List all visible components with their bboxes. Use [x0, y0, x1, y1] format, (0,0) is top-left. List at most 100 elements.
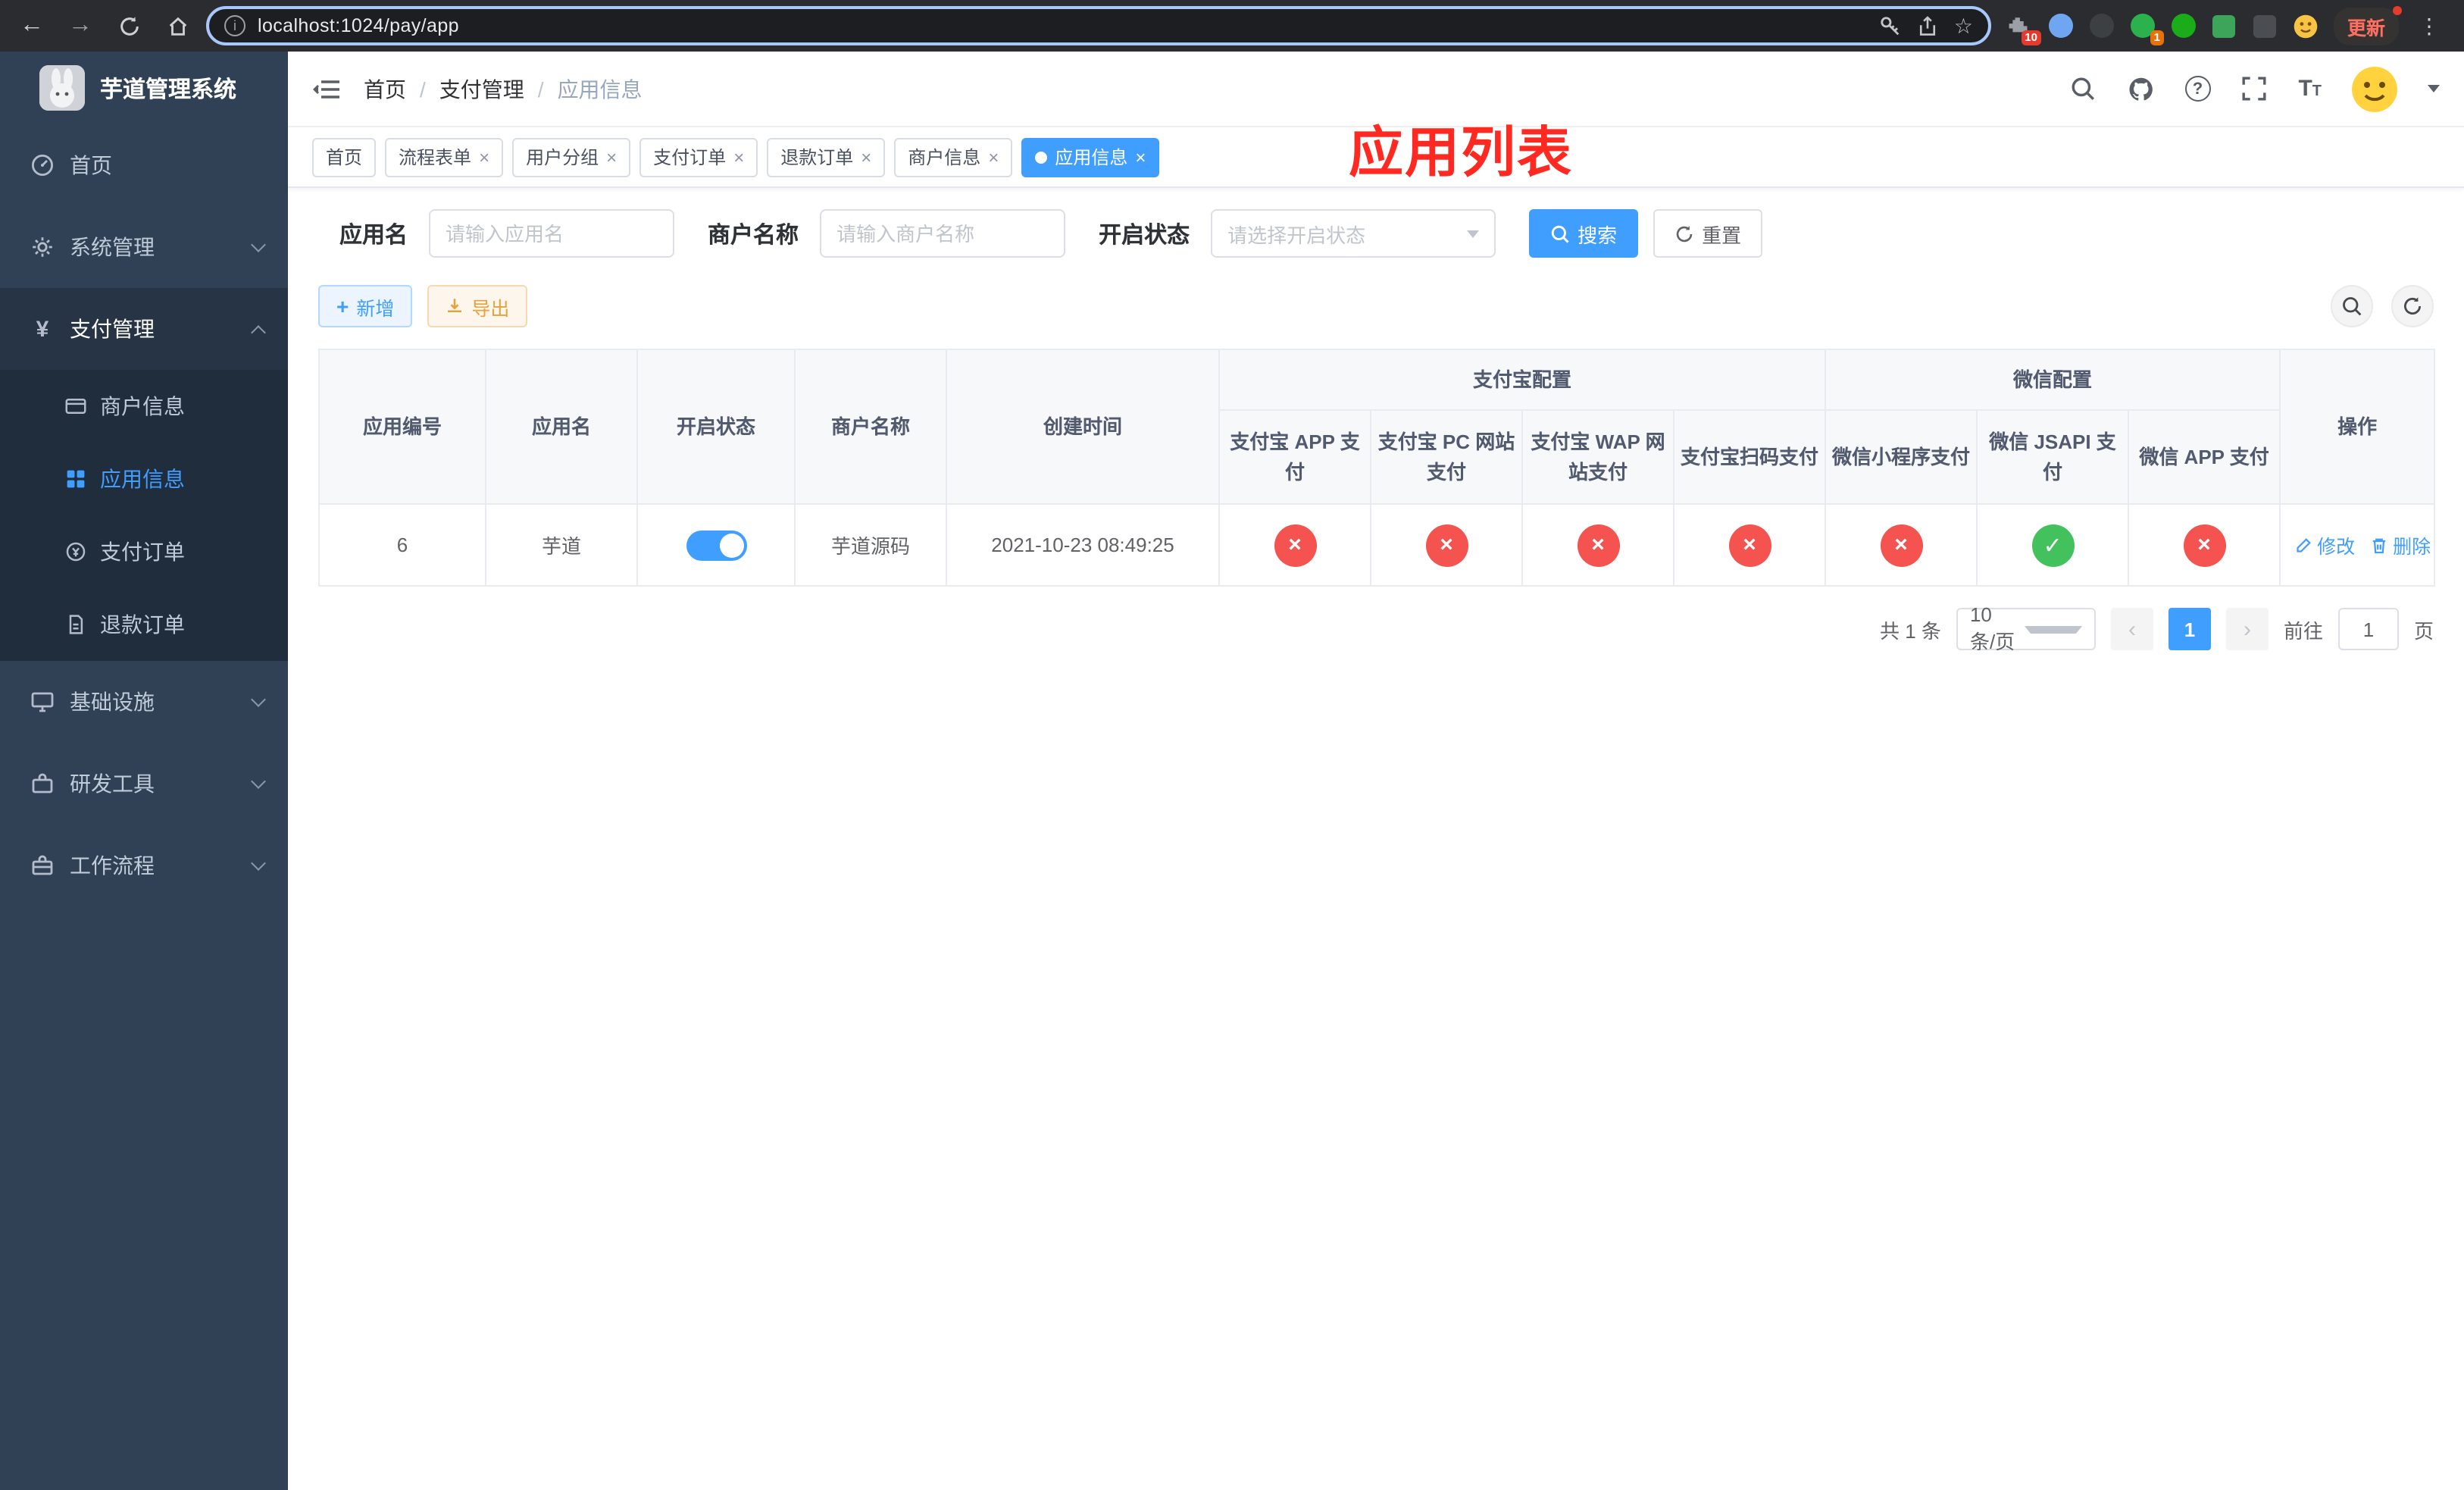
logo-avatar [39, 65, 85, 111]
col-wx-mini[interactable]: 微信小程序支付 [1825, 409, 1978, 505]
extension-blue-icon[interactable] [2047, 12, 2075, 39]
sidebar-item-refund-order[interactable]: 退款订单 [0, 588, 288, 661]
extension-green-badge-icon[interactable]: 1 [2129, 12, 2164, 45]
delete-link[interactable]: 删除 [2370, 531, 2431, 559]
back-icon[interactable]: ← [12, 6, 52, 45]
sidebar-item-infrastructure[interactable]: 基础设施 [0, 661, 288, 743]
site-info-icon[interactable]: i [224, 15, 245, 36]
page-size-select[interactable]: 10条/页 [1956, 603, 2096, 653]
extension-puzzle-dark-icon[interactable] [2252, 12, 2279, 39]
extensions-bar: 10 1 更新 ⋮ [2000, 5, 2452, 45]
sidebar-item-dev-tools[interactable]: 研发工具 [0, 743, 288, 825]
col-alipay-qr[interactable]: 支付宝扫码支付 [1672, 409, 1827, 505]
close-icon[interactable]: × [861, 148, 871, 166]
add-button[interactable]: + 新增 [318, 285, 413, 327]
tag-merchant-info[interactable]: 商户信息 × [894, 137, 1013, 177]
close-icon[interactable]: × [733, 148, 744, 166]
edit-link[interactable]: 修改 [2294, 531, 2355, 559]
search-icon[interactable] [2069, 75, 2097, 102]
user-avatar[interactable] [2352, 66, 2397, 111]
close-icon[interactable]: × [988, 148, 999, 166]
col-app-name[interactable]: 应用名 [485, 349, 638, 505]
sidebar-item-workflow[interactable]: 工作流程 [0, 825, 288, 906]
extension-emoji-icon[interactable] [2293, 12, 2320, 39]
col-alipay-pc[interactable]: 支付宝 PC 网站支付 [1370, 409, 1523, 505]
help-icon[interactable]: ? [2184, 76, 2211, 102]
extension-wechat-icon[interactable] [2170, 12, 2197, 39]
alipay-app-status-icon: × [1274, 524, 1316, 566]
breadcrumb-payment[interactable]: 支付管理 [439, 74, 524, 104]
sidebar-item-label: 应用信息 [100, 467, 185, 491]
sidebar-item-app-info[interactable]: 应用信息 [0, 443, 288, 515]
tag-home[interactable]: 首页 [312, 137, 377, 177]
col-created[interactable]: 创建时间 [946, 349, 1220, 505]
page-number-button[interactable]: 1 [2168, 608, 2211, 650]
toggle-search-button[interactable] [2331, 285, 2373, 327]
extension-puzzle-icon[interactable]: 10 [2006, 12, 2041, 45]
extension-book-icon[interactable] [2211, 12, 2238, 39]
chevron-down-icon[interactable] [2428, 85, 2440, 92]
tag-pay-order[interactable]: 支付订单 × [639, 137, 758, 177]
table-row: 6 芋道 芋道源码 2021-10-23 08:49:25 × × × × × … [318, 503, 2436, 587]
col-merchant[interactable]: 商户名称 [794, 349, 947, 505]
forward-icon[interactable]: → [61, 6, 100, 45]
close-icon[interactable]: × [1135, 148, 1146, 166]
url-text[interactable]: localhost:1024/pay/app [258, 15, 1868, 36]
status-select[interactable]: 请选择开启状态 [1211, 209, 1496, 258]
sidebar-item-payment[interactable]: ¥ 支付管理 [0, 288, 288, 370]
export-button[interactable]: 导出 [427, 285, 528, 327]
address-bar[interactable]: i localhost:1024/pay/app ☆ [206, 6, 1991, 45]
enable-toggle[interactable] [686, 530, 746, 560]
extension-badge: 1 [2150, 30, 2164, 45]
sidebar-item-pay-order[interactable]: 支付订单 [0, 515, 288, 588]
app-title: 芋道管理系统 [100, 77, 237, 102]
sidebar-item-merchant-info[interactable]: 商户信息 [0, 370, 288, 443]
next-page-button[interactable]: › [2225, 608, 2269, 650]
dashboard-icon [30, 153, 55, 177]
cell-app-id: 6 [318, 503, 486, 587]
col-alipay-wap[interactable]: 支付宝 WAP 网站支付 [1521, 409, 1674, 505]
app-name-input[interactable] [429, 209, 675, 258]
col-wx-app[interactable]: 微信 APP 支付 [2128, 409, 2281, 505]
col-app-id[interactable]: 应用编号 [318, 349, 486, 505]
bookmark-star-icon[interactable]: ☆ [1954, 13, 1973, 39]
home-icon[interactable] [158, 6, 197, 45]
close-icon[interactable]: × [479, 148, 489, 166]
main-area: 应用列表 首页 / 支付管理 / 应用信息 ? TT 首页 流程表单 × 用户分… [288, 52, 2464, 1490]
github-icon[interactable] [2127, 75, 2154, 102]
browser-toolbar: ← → i localhost:1024/pay/app ☆ 10 1 更新 ⋮ [0, 0, 2464, 52]
password-key-icon[interactable] [1880, 14, 1903, 37]
col-status[interactable]: 开启状态 [636, 349, 796, 505]
close-icon[interactable]: × [606, 148, 617, 166]
share-icon[interactable] [1918, 14, 1939, 37]
breadcrumb-home[interactable]: 首页 [364, 74, 406, 104]
col-wx-jsapi[interactable]: 微信 JSAPI 支付 [1976, 409, 2130, 505]
sidebar-item-label: 研发工具 [70, 772, 155, 796]
document-icon [65, 614, 86, 635]
reset-button[interactable]: 重置 [1653, 209, 1763, 258]
sidebar-fold-icon[interactable] [312, 74, 342, 104]
cell-status [636, 503, 796, 587]
col-alipay-app[interactable]: 支付宝 APP 支付 [1218, 409, 1371, 505]
sidebar-item-home[interactable]: 首页 [0, 124, 288, 206]
goto-page-input[interactable] [2337, 608, 2399, 650]
search-button[interactable]: 搜索 [1529, 209, 1639, 258]
tag-process-form[interactable]: 流程表单 × [385, 137, 504, 177]
fullscreen-icon[interactable] [2240, 75, 2268, 102]
refresh-button[interactable] [2391, 285, 2434, 327]
col-ops: 操作 [2279, 349, 2436, 505]
tag-refund-order[interactable]: 退款订单 × [767, 137, 886, 177]
extension-dark-icon[interactable] [2088, 12, 2115, 39]
sidebar-item-label: 基础设施 [70, 690, 155, 714]
chevron-down-icon [251, 774, 266, 789]
reload-icon[interactable] [109, 6, 149, 45]
browser-menu-icon[interactable]: ⋮ [2412, 13, 2446, 39]
sidebar-item-system[interactable]: 系统管理 [0, 206, 288, 288]
prev-page-button[interactable]: ‹ [2110, 608, 2153, 650]
font-size-icon[interactable]: TT [2298, 77, 2322, 100]
app-logo[interactable]: 芋道管理系统 [0, 52, 288, 124]
browser-update-button[interactable]: 更新 [2333, 5, 2403, 45]
merchant-name-input[interactable] [820, 209, 1066, 258]
tag-user-group[interactable]: 用户分组 × [512, 137, 631, 177]
tag-app-info[interactable]: 应用信息 × [1021, 137, 1160, 177]
